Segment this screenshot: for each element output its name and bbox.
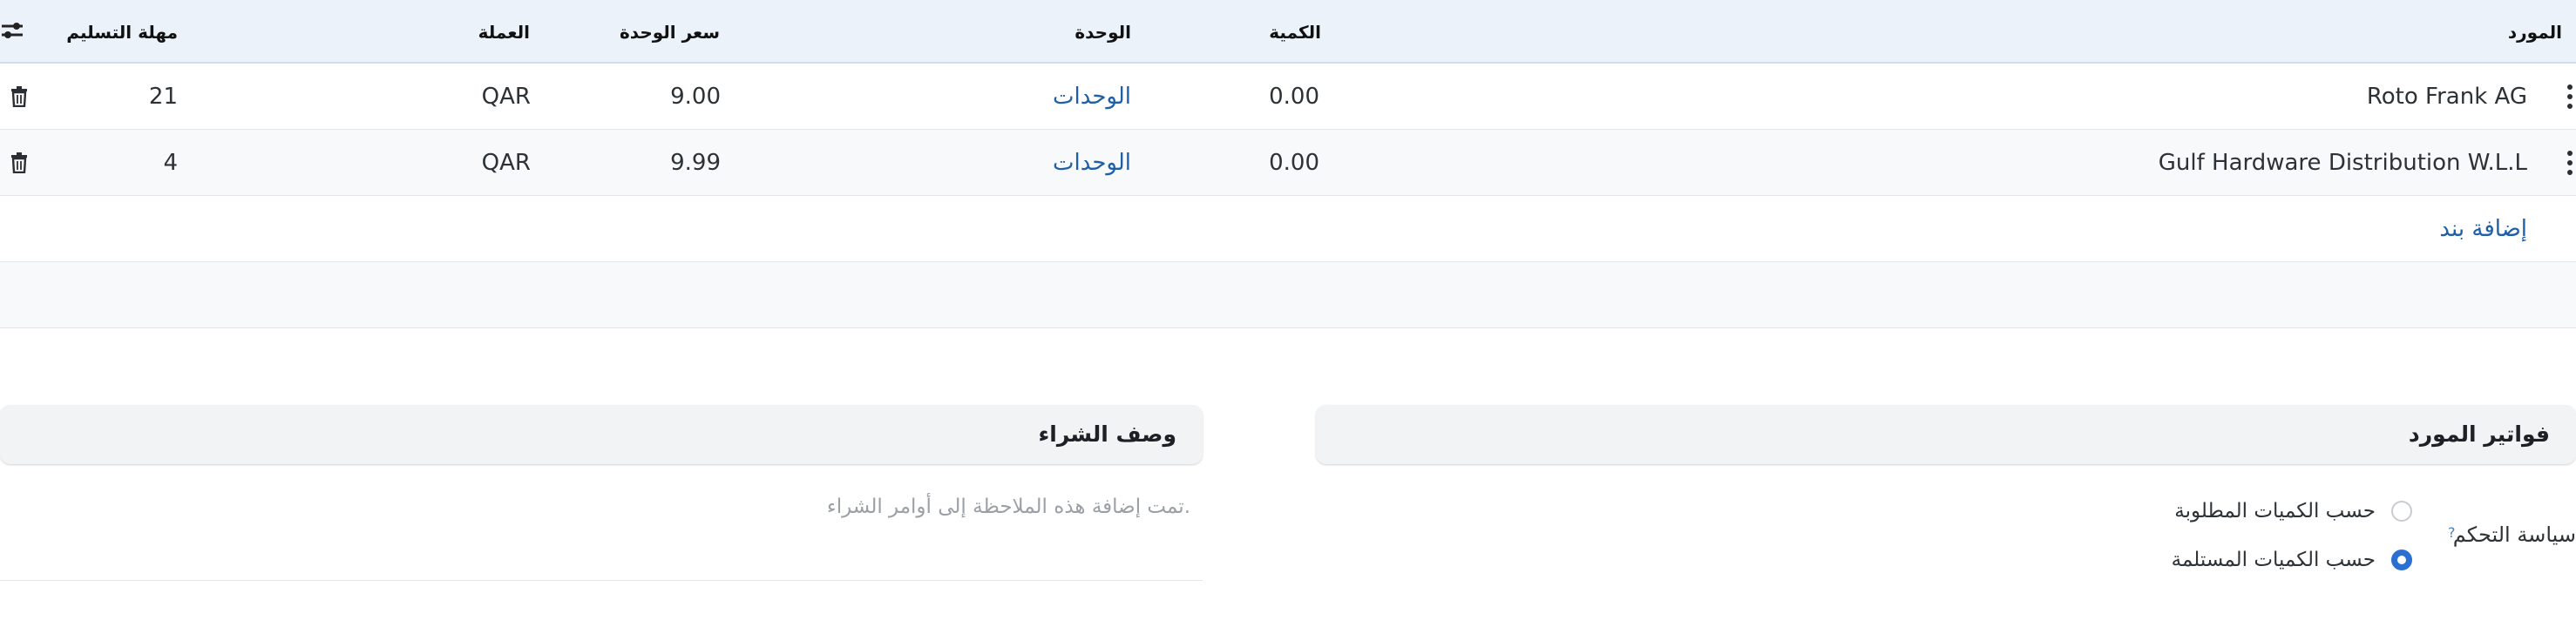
control-policy-label: سياسة التحكم xyxy=(2452,522,2576,547)
column-header-supplier[interactable]: المورد xyxy=(2508,23,2562,42)
add-line-row: إضافة بند xyxy=(0,196,2576,262)
vendor-bills-title: فواتير المورد xyxy=(2408,421,2550,447)
lead-time-cell[interactable]: 21 xyxy=(149,64,178,130)
unit-price-cell[interactable]: 9.99 xyxy=(670,130,721,196)
kebab-menu-icon[interactable] xyxy=(2564,151,2576,175)
radio-option-ordered-quantities[interactable]: حسب الكميات المطلوبة xyxy=(2174,494,2412,529)
purchase-description-field[interactable]: تمت إضافة هذه الملاحظة إلى أوامر الشراء. xyxy=(0,483,1203,581)
kebab-menu-icon[interactable] xyxy=(2564,84,2576,109)
unit-cell[interactable]: الوحدات xyxy=(1053,130,1131,196)
currency-cell[interactable]: QAR xyxy=(482,130,531,196)
empty-table-row xyxy=(0,262,2576,328)
column-header-unit[interactable]: الوحدة xyxy=(1074,23,1131,42)
add-line-link[interactable]: إضافة بند xyxy=(2439,196,2527,262)
trash-icon[interactable] xyxy=(10,152,28,173)
radio-label: حسب الكميات المطلوبة xyxy=(2174,500,2376,522)
quantity-cell[interactable]: 0.00 xyxy=(1269,130,1319,196)
radio-button[interactable] xyxy=(2391,501,2412,522)
quantity-cell[interactable]: 0.00 xyxy=(1269,64,1319,130)
column-settings-icon[interactable] xyxy=(0,19,24,42)
unit-price-cell[interactable]: 9.00 xyxy=(670,64,721,130)
radio-label: حسب الكميات المستلمة xyxy=(2171,549,2376,571)
unit-cell[interactable]: الوحدات xyxy=(1053,64,1131,130)
column-header-lead-time[interactable]: مهلة التسليم xyxy=(66,23,178,42)
table-row[interactable]: Roto Frank AG 0.00 الوحدات 9.00 QAR 21 xyxy=(0,64,2576,130)
help-icon[interactable]: ? xyxy=(2448,524,2456,541)
column-header-unit-price[interactable]: سعر الوحدة xyxy=(620,23,720,42)
table-row[interactable]: Gulf Hardware Distribution W.L.L 0.00 ال… xyxy=(0,130,2576,196)
lead-time-cell[interactable]: 4 xyxy=(163,130,178,196)
purchase-description-title: وصف الشراء xyxy=(1038,421,1176,447)
table-header: المورد الكمية الوحدة سعر الوحدة العملة م… xyxy=(0,0,2576,64)
supplier-cell[interactable]: Gulf Hardware Distribution W.L.L xyxy=(2159,130,2527,196)
radio-option-received-quantities[interactable]: حسب الكميات المستلمة xyxy=(2172,543,2412,577)
radio-button-selected[interactable] xyxy=(2391,549,2412,570)
column-header-currency[interactable]: العملة xyxy=(478,23,530,42)
purchase-description-placeholder: تمت إضافة هذه الملاحظة إلى أوامر الشراء. xyxy=(826,496,1190,518)
trash-icon[interactable] xyxy=(10,86,28,107)
column-header-quantity[interactable]: الكمية xyxy=(1269,23,1321,42)
vendor-bills-section-header: فواتير المورد xyxy=(1316,405,2576,464)
supplier-cell[interactable]: Roto Frank AG xyxy=(2367,64,2527,130)
currency-cell[interactable]: QAR xyxy=(482,64,531,130)
purchase-description-section-header: وصف الشراء xyxy=(0,405,1203,464)
